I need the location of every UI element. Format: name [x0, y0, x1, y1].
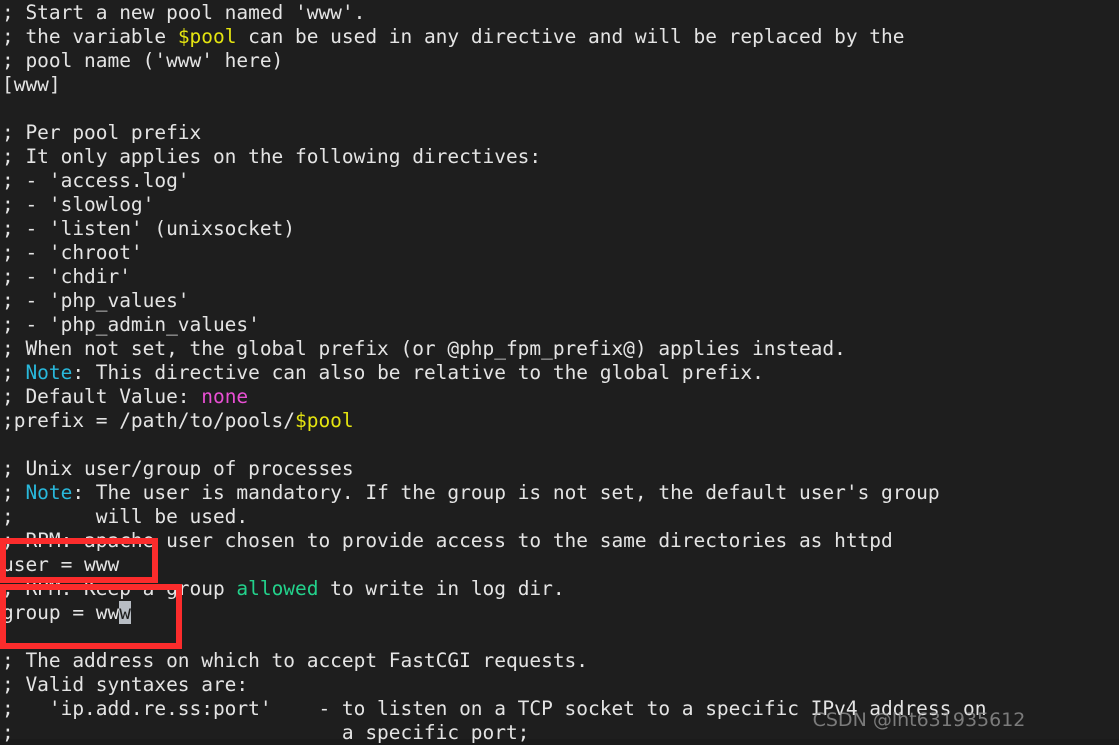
code-segment: ; will be used. [2, 505, 249, 528]
code-segment: ; Per pool prefix [2, 121, 202, 144]
config-file-text[interactable]: ; Start a new pool named 'www'.; the var… [2, 1, 987, 745]
code-segment: [www] [2, 73, 61, 96]
code-segment: ; - 'chroot' [2, 241, 143, 264]
code-segment: $pool [295, 409, 354, 432]
code-segment: group = ww [2, 601, 120, 624]
code-line[interactable]: ; the variable $pool can be used in any … [2, 25, 986, 49]
code-segment: ; The address on which to accept FastCGI… [2, 649, 589, 672]
code-line[interactable]: ; Per pool prefix [2, 121, 986, 145]
code-segment: $pool [177, 25, 237, 48]
code-line[interactable]: ; RPM: apache user chosen to provide acc… [2, 529, 986, 553]
watermark: CSDN @lht631935612 [812, 709, 1026, 731]
code-segment: ; - 'access.log' [2, 169, 190, 192]
code-segment: : The user is mandatory. If the group is… [72, 481, 940, 504]
code-segment: ; - 'php_admin_values' [2, 313, 260, 336]
code-line[interactable]: ; - 'access.log' [2, 169, 986, 193]
code-line[interactable]: ; - 'listen' (unixsocket) [2, 217, 986, 241]
code-line[interactable] [2, 433, 986, 457]
code-segment: ; It only applies on the following direc… [2, 145, 542, 168]
code-line[interactable]: ; Note: The user is mandatory. If the gr… [2, 481, 986, 505]
code-line[interactable]: ; - 'chdir' [2, 265, 986, 289]
code-segment: ;prefix = /path/to/pools/ [2, 409, 296, 432]
code-line[interactable] [2, 97, 986, 121]
code-line[interactable]: ;prefix = /path/to/pools/$pool [2, 409, 986, 433]
code-line[interactable]: [www] [2, 73, 986, 97]
code-segment: : This directive can also be relative to… [72, 361, 764, 384]
code-line[interactable]: ; Valid syntaxes are: [2, 673, 986, 697]
code-line[interactable]: ; Start a new pool named 'www'. [2, 1, 986, 25]
code-segment: ; - 'chdir' [2, 265, 131, 288]
code-line[interactable]: group = www [2, 601, 986, 625]
code-line[interactable]: ; Unix user/group of processes [2, 457, 986, 481]
code-segment: Note [25, 481, 73, 504]
code-segment: ; Default Value: [2, 385, 202, 408]
code-line[interactable]: ; will be used. [2, 505, 986, 529]
code-segment: ; the variable [2, 25, 178, 48]
code-segment: ; - 'slowlog' [2, 193, 155, 216]
code-segment: ; Valid syntaxes are: [2, 673, 249, 696]
code-segment: ; RPM: Keep a group [2, 577, 237, 600]
code-segment: none [201, 385, 249, 408]
code-line[interactable]: ; - 'slowlog' [2, 193, 986, 217]
code-line[interactable]: ; The address on which to accept FastCGI… [2, 649, 986, 673]
code-segment: ; RPM: apache user chosen to provide acc… [2, 529, 893, 552]
code-segment: Note [25, 361, 73, 384]
code-line[interactable] [2, 625, 986, 649]
code-segment: ; Unix user/group of processes [2, 457, 354, 480]
code-line[interactable]: ; When not set, the global prefix (or @p… [2, 337, 986, 361]
code-line[interactable]: ; - 'php_values' [2, 289, 986, 313]
code-line[interactable]: ; Default Value: none [2, 385, 986, 409]
code-segment: ; pool name ('www' here) [2, 49, 284, 72]
code-segment: ; [2, 481, 26, 504]
code-line[interactable]: ; - 'php_admin_values' [2, 313, 986, 337]
code-segment: to write in log dir. [318, 577, 565, 600]
code-line[interactable]: ; RPM: Keep a group allowed to write in … [2, 577, 986, 601]
code-segment: ; a specific port; [2, 721, 530, 744]
code-segment: can be used in any directive and will be… [236, 25, 905, 48]
code-segment: user = www [2, 553, 120, 576]
terminal-window[interactable]: ; Start a new pool named 'www'.; the var… [0, 0, 1119, 744]
code-segment: allowed [236, 577, 319, 600]
code-line[interactable]: user = www [2, 553, 986, 577]
code-line[interactable]: ; - 'chroot' [2, 241, 986, 265]
text-cursor: w [119, 601, 131, 624]
code-segment: ; When not set, the global prefix (or @p… [2, 337, 846, 360]
code-line[interactable]: ; pool name ('www' here) [2, 49, 986, 73]
code-segment: ; - 'listen' (unixsocket) [2, 217, 296, 240]
code-segment: ; Start a new pool named 'www'. [2, 1, 366, 24]
code-segment: ; - 'php_values' [2, 289, 190, 312]
code-segment: ; [2, 361, 26, 384]
code-line[interactable]: ; It only applies on the following direc… [2, 145, 986, 169]
code-line[interactable]: ; Note: This directive can also be relat… [2, 361, 986, 385]
